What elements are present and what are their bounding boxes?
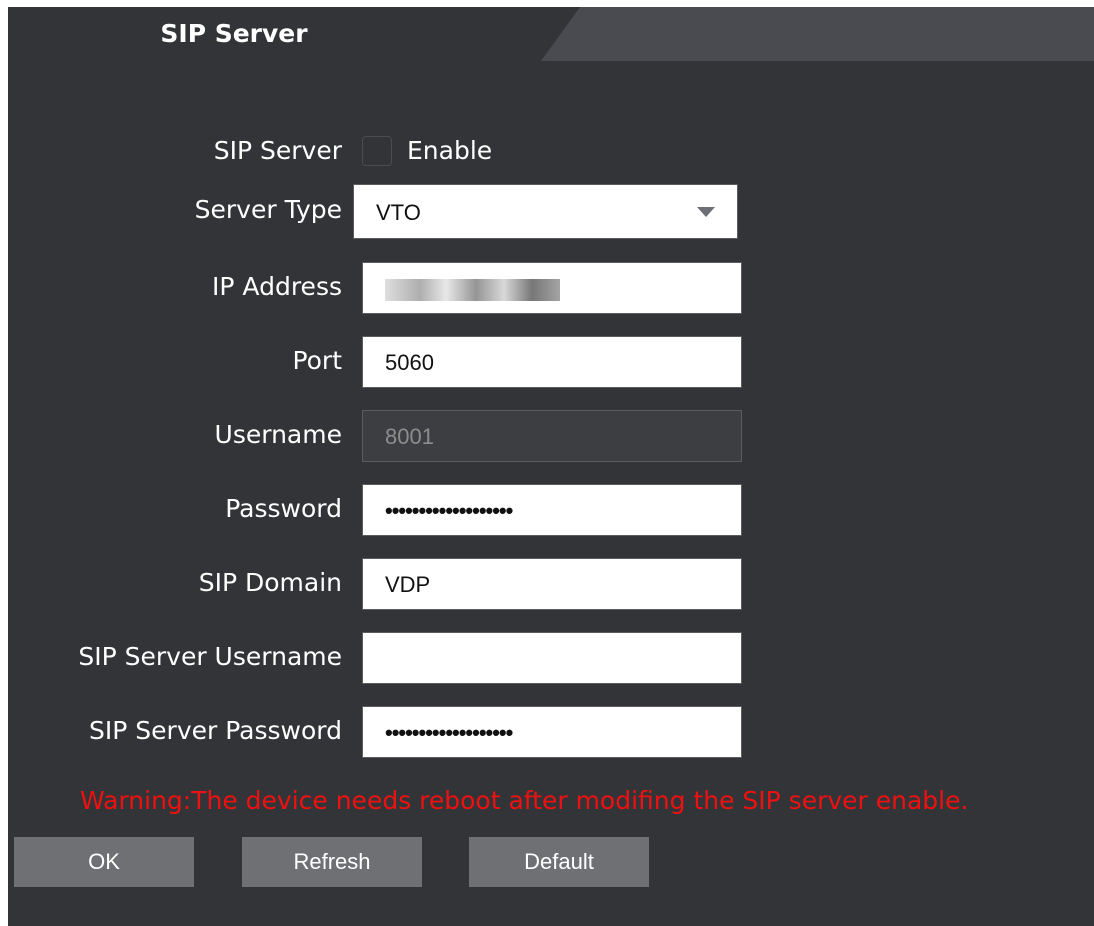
password-input[interactable]: ••••••••••••••••••• [362,484,742,536]
ok-button[interactable]: OK [14,837,194,887]
sip-server-username-input[interactable] [362,632,742,684]
port-input[interactable]: 5060 [362,336,742,388]
password-label: Password [225,494,342,523]
row-sip-server-username: SIP Server Username [8,632,1094,684]
tab-bar: SIP Server [8,7,1094,61]
sip-server-username-label: SIP Server Username [78,642,342,671]
port-label: Port [292,346,342,375]
inactive-tab-area [541,7,1094,61]
chevron-down-icon[interactable] [697,207,715,217]
username-label: Username [214,420,342,449]
sip-server-label: SIP Server [213,136,342,165]
ip-address-input[interactable] [362,262,742,314]
reboot-warning: Warning:The device needs reboot after mo… [80,786,969,815]
row-port: Port 5060 [8,336,1094,388]
sip-domain-label: SIP Domain [198,568,342,597]
settings-panel: SIP Server SIP Server Enable Server Type… [8,7,1094,926]
default-button[interactable]: Default [469,837,649,887]
sip-server-password-label: SIP Server Password [89,716,342,745]
row-password: Password ••••••••••••••••••• [8,484,1094,536]
refresh-button[interactable]: Refresh [242,837,422,887]
server-type-label: Server Type [194,195,342,224]
ip-address-label: IP Address [212,272,342,301]
row-server-type: Server Type VTO [8,184,1094,239]
sip-server-enable-checkbox[interactable] [362,136,392,166]
username-input: 8001 [362,410,742,462]
sip-server-password-input[interactable]: ••••••••••••••••••• [362,706,742,758]
row-ip-address: IP Address [8,262,1094,314]
enable-label[interactable]: Enable [407,136,492,165]
row-sip-domain: SIP Domain VDP [8,558,1094,610]
ip-address-obscured-value [385,279,560,302]
row-sip-server: SIP Server Enable [8,126,1094,178]
server-type-value: VTO [376,200,421,225]
sip-domain-input[interactable]: VDP [362,558,742,610]
tab-sip-server[interactable]: SIP Server [104,19,364,48]
server-type-select[interactable]: VTO [353,184,738,239]
row-username: Username 8001 [8,410,1094,462]
row-sip-server-password: SIP Server Password ••••••••••••••••••• [8,706,1094,758]
